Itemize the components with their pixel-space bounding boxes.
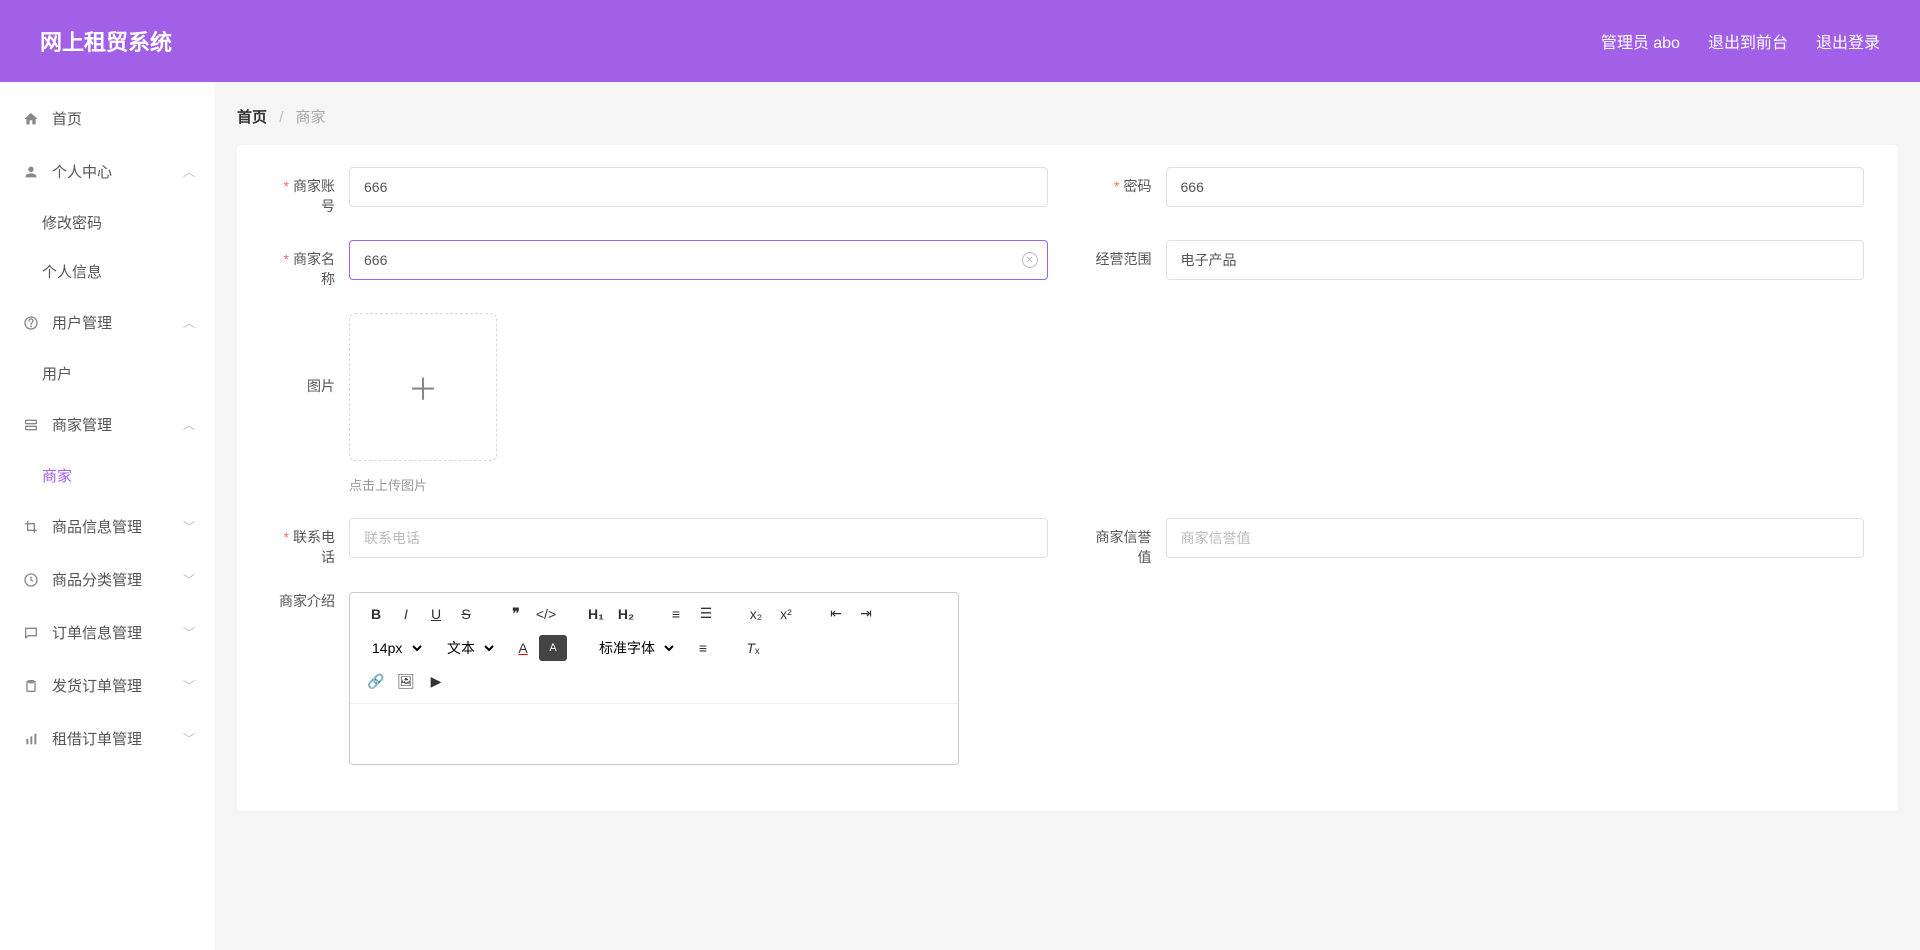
breadcrumb-current: 商家 <box>296 109 326 126</box>
chevron-up-icon: ︿ <box>183 314 195 331</box>
breadcrumb: 首页 / 商家 <box>237 100 1898 145</box>
crop-icon <box>22 518 40 536</box>
admin-label[interactable]: 管理员 abo <box>1601 29 1680 53</box>
clear-icon[interactable]: ✕ <box>1022 252 1038 268</box>
phone-input[interactable] <box>349 518 1048 558</box>
sidebar-item-product-cat[interactable]: 商品分类管理 ﹀ <box>0 553 215 606</box>
message-icon <box>22 624 40 642</box>
clock-icon <box>22 571 40 589</box>
subscript-icon[interactable]: x₂ <box>742 601 770 627</box>
intro-label: 商家介绍 <box>271 592 349 612</box>
logout-link[interactable]: 退出登录 <box>1816 29 1880 53</box>
editor-toolbar: B I U S ❞ </> H₁ H₂ ≡ ☰ <box>350 593 958 704</box>
sidebar-label-ship-order: 发货订单管理 <box>52 675 142 696</box>
quote-icon[interactable]: ❞ <box>502 601 530 627</box>
chevron-down-icon: ﹀ <box>183 571 195 588</box>
underline-icon[interactable]: U <box>422 601 450 627</box>
sidebar-label-order-info: 订单信息管理 <box>52 622 142 643</box>
font-family-select[interactable]: 标准字体 <box>589 635 677 661</box>
sidebar-item-merchant-mgmt[interactable]: 商家管理 ︿ <box>0 398 215 451</box>
sidebar-subitem-users[interactable]: 用户 <box>0 349 215 398</box>
text-color-icon[interactable]: A <box>509 635 537 661</box>
phone-label: *联系电话 <box>271 518 349 567</box>
clear-format-icon[interactable]: Tₓ <box>739 635 767 661</box>
sidebar-item-ship-order[interactable]: 发货订单管理 ﹀ <box>0 659 215 712</box>
superscript-icon[interactable]: x² <box>772 601 800 627</box>
sidebar-item-personal[interactable]: 个人中心 ︿ <box>0 145 215 198</box>
chevron-up-icon: ︿ <box>183 416 195 433</box>
back-to-front-link[interactable]: 退出到前台 <box>1708 29 1788 53</box>
outdent-icon[interactable]: ⇤ <box>822 601 850 627</box>
h1-icon[interactable]: H₁ <box>582 601 610 627</box>
bg-color-icon[interactable]: A <box>539 635 567 661</box>
sidebar-label-merchant-mgmt: 商家管理 <box>52 414 112 435</box>
name-input[interactable] <box>349 240 1048 280</box>
account-label: *商家账号 <box>271 167 349 216</box>
chevron-up-icon: ︿ <box>183 163 195 180</box>
password-label: *密码 <box>1088 167 1166 197</box>
header-links: 管理员 abo 退出到前台 退出登录 <box>1601 29 1880 53</box>
form-panel: *商家账号 *密码 *商家名称 ✕ 经营范围 <box>237 145 1898 811</box>
sidebar-item-product-info[interactable]: 商品信息管理 ﹀ <box>0 500 215 553</box>
chevron-down-icon: ﹀ <box>183 518 195 535</box>
breadcrumb-home[interactable]: 首页 <box>237 109 267 126</box>
image-icon[interactable]: 🖼 <box>392 669 420 695</box>
chevron-down-icon: ﹀ <box>183 677 195 694</box>
sidebar-subitem-modify-pwd[interactable]: 修改密码 <box>0 198 215 247</box>
sidebar-label-product-info: 商品信息管理 <box>52 516 142 537</box>
upload-box[interactable]: ＋ <box>349 313 497 461</box>
clipboard-icon <box>22 677 40 695</box>
app-title: 网上租贸系统 <box>40 25 172 57</box>
name-label: *商家名称 <box>271 240 349 289</box>
image-label: 图片 <box>271 313 349 397</box>
upload-hint: 点击上传图片 <box>349 475 497 494</box>
home-icon <box>22 110 40 128</box>
account-input[interactable] <box>349 167 1048 207</box>
sidebar-label-personal: 个人中心 <box>52 161 112 182</box>
strike-icon[interactable]: S <box>452 601 480 627</box>
person-icon <box>22 163 40 181</box>
reputation-label: 商家信誉值 <box>1088 518 1166 567</box>
sidebar-label-home: 首页 <box>52 108 82 129</box>
font-size-select[interactable]: 14px <box>362 635 425 661</box>
align-icon[interactable]: ≡ <box>689 635 717 661</box>
password-input[interactable] <box>1166 167 1865 207</box>
sidebar-label-product-cat: 商品分类管理 <box>52 569 142 590</box>
sidebar-item-order-info[interactable]: 订单信息管理 ﹀ <box>0 606 215 659</box>
h2-icon[interactable]: H₂ <box>612 601 640 627</box>
scope-input[interactable] <box>1166 240 1865 280</box>
scope-label: 经营范围 <box>1088 240 1166 270</box>
chart-icon <box>22 730 40 748</box>
link-icon[interactable]: 🔗 <box>362 669 390 695</box>
reputation-input[interactable] <box>1166 518 1865 558</box>
chevron-down-icon: ﹀ <box>183 624 195 641</box>
sidebar: 首页 个人中心 ︿ 修改密码 个人信息 用户管理 ︿ 用户 商家管理 ︿ <box>0 82 215 950</box>
editor-body[interactable] <box>350 704 958 764</box>
sidebar-item-home[interactable]: 首页 <box>0 92 215 145</box>
chevron-down-icon: ﹀ <box>183 730 195 747</box>
sidebar-subitem-merchant[interactable]: 商家 <box>0 451 215 500</box>
plus-icon: ＋ <box>408 365 438 409</box>
ol-icon[interactable]: ≡ <box>662 601 690 627</box>
sidebar-item-user-mgmt[interactable]: 用户管理 ︿ <box>0 296 215 349</box>
sidebar-item-lease-order[interactable]: 租借订单管理 ﹀ <box>0 712 215 765</box>
video-icon[interactable]: ▶ <box>422 669 450 695</box>
main-content: 首页 / 商家 *商家账号 *密码 *商家名称 <box>215 82 1920 950</box>
sidebar-label-user-mgmt: 用户管理 <box>52 312 112 333</box>
block-type-select[interactable]: 文本 <box>437 635 497 661</box>
header: 网上租贸系统 管理员 abo 退出到前台 退出登录 <box>0 0 1920 82</box>
ul-icon[interactable]: ☰ <box>692 601 720 627</box>
breadcrumb-sep: / <box>279 109 283 126</box>
code-icon[interactable]: </> <box>532 601 560 627</box>
sidebar-label-lease-order: 租借订单管理 <box>52 728 142 749</box>
help-icon <box>22 314 40 332</box>
server-icon <box>22 416 40 434</box>
bold-icon[interactable]: B <box>362 601 390 627</box>
italic-icon[interactable]: I <box>392 601 420 627</box>
sidebar-subitem-personal-info[interactable]: 个人信息 <box>0 247 215 296</box>
indent-icon[interactable]: ⇥ <box>852 601 880 627</box>
